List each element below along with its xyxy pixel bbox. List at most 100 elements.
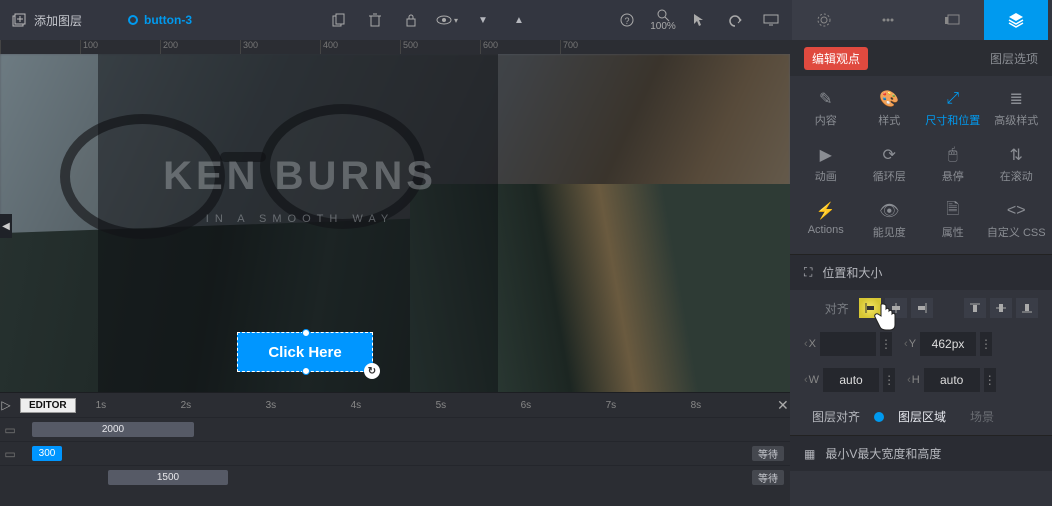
w-menu[interactable]: ⋮ xyxy=(883,368,895,392)
tool-animation[interactable]: ▶动画 xyxy=(794,140,858,190)
tool-hover[interactable]: 🖱悬停 xyxy=(921,140,985,190)
move-up-button[interactable]: ▲ xyxy=(504,5,534,35)
add-layer-label: 添加图层 xyxy=(34,12,82,29)
visibility-button[interactable]: ▾ xyxy=(432,5,462,35)
radio-on-icon[interactable] xyxy=(874,412,884,422)
svg-text:?: ? xyxy=(624,16,629,26)
tool-attributes[interactable]: 🗎属性 xyxy=(921,196,985,246)
tool-size-position[interactable]: ⤢尺寸和位置 xyxy=(921,84,985,134)
timeline-track[interactable]: 1500 等待 xyxy=(0,465,790,489)
rotate-handle-icon[interactable]: ↻ xyxy=(364,363,380,379)
wait-tag[interactable]: 等待 xyxy=(752,470,784,485)
align-label: 对齐 xyxy=(804,300,849,317)
h-menu[interactable]: ⋮ xyxy=(984,368,996,392)
add-layer-button[interactable]: 添加图层 xyxy=(12,12,82,29)
layer-options-link[interactable]: 图层选项 xyxy=(990,50,1038,67)
headline-layer[interactable]: KEN BURNS IN A SMOOTH WAY xyxy=(120,154,480,225)
timeline-play-button[interactable]: ▷ xyxy=(0,398,12,412)
scroll-icon: ⇅ xyxy=(1010,146,1023,164)
tab-navigation[interactable] xyxy=(856,0,920,41)
lock-button[interactable] xyxy=(396,5,426,35)
x-input[interactable] xyxy=(820,332,876,356)
triangle-down-icon: ▼ xyxy=(478,15,488,26)
button-label: Click Here xyxy=(268,344,341,361)
headline-text: KEN BURNS xyxy=(120,154,480,199)
layer-align-opt-area[interactable]: 图层区域 xyxy=(898,408,946,425)
selected-layer-name: button-3 xyxy=(144,13,192,27)
y-input[interactable]: 462px xyxy=(920,332,976,356)
preview-button[interactable] xyxy=(756,5,786,35)
target-icon xyxy=(128,15,138,25)
doc-icon: 🗎 xyxy=(946,202,959,220)
selected-button-layer[interactable]: Click Here ↻ xyxy=(237,332,373,372)
section-title: 位置和大小 xyxy=(822,264,882,281)
timeline-bar[interactable]: 2000 xyxy=(32,422,194,437)
x-menu[interactable]: ⋮ xyxy=(880,332,892,356)
tool-loop[interactable]: ⟳循环层 xyxy=(858,140,922,190)
align-center-button[interactable] xyxy=(885,298,907,318)
layer-icon: ▭ xyxy=(0,447,20,461)
tab-layers[interactable] xyxy=(984,0,1048,41)
tool-adv-style[interactable]: ≣高级样式 xyxy=(985,84,1049,134)
monitor-icon xyxy=(763,14,779,26)
wait-tag[interactable]: 等待 xyxy=(752,446,784,461)
timeline-bar[interactable]: 300 xyxy=(32,446,62,461)
align-top-button[interactable] xyxy=(964,298,986,318)
align-horizontal-group xyxy=(859,298,933,318)
grid-icon: ▦ xyxy=(804,447,815,461)
expand-icon: ⛶ xyxy=(804,265,812,280)
chevron-down-icon: ▾ xyxy=(454,16,458,25)
align-right-button[interactable] xyxy=(911,298,933,318)
tool-custom-css[interactable]: <>自定义 CSS xyxy=(985,196,1049,246)
x-field[interactable]: X⋮ xyxy=(804,332,892,356)
timeline-close-button[interactable]: ✕ xyxy=(776,397,790,414)
timeline-track[interactable]: ▭ 300 等待 xyxy=(0,441,790,465)
h-field[interactable]: Hauto⋮ xyxy=(907,368,996,392)
y-menu[interactable]: ⋮ xyxy=(980,332,992,356)
delete-button[interactable] xyxy=(360,5,390,35)
layers-icon xyxy=(1007,12,1025,28)
tool-style[interactable]: 🎨样式 xyxy=(858,84,922,134)
h-input[interactable]: auto xyxy=(924,368,980,392)
film-icon: ▭ xyxy=(0,423,20,437)
prev-slide-arrow[interactable]: ◀ xyxy=(0,214,12,238)
select-tool[interactable] xyxy=(684,5,714,35)
layer-align-opt-scene[interactable]: 场景 xyxy=(970,408,994,425)
tool-visibility[interactable]: 👁能见度 xyxy=(858,196,922,246)
cursor-icon xyxy=(693,13,705,27)
palette-icon: 🎨 xyxy=(879,90,899,108)
bolt-icon: ⚡ xyxy=(816,202,836,220)
section-min-max[interactable]: ▦ 最小V最大宽度和高度 xyxy=(790,435,1052,471)
tab-settings[interactable] xyxy=(792,0,856,41)
tool-onscroll[interactable]: ⇅在滚动 xyxy=(985,140,1049,190)
w-field[interactable]: Wauto⋮ xyxy=(804,368,895,392)
align-bottom-button[interactable] xyxy=(1016,298,1038,318)
zoom-icon xyxy=(656,8,670,22)
timeline-editor-badge[interactable]: EDITOR xyxy=(20,398,76,413)
align-vertical-group xyxy=(964,298,1038,318)
timeline-track[interactable]: ▭ 2000 xyxy=(0,417,790,441)
w-input[interactable]: auto xyxy=(823,368,879,392)
slide-icon xyxy=(944,13,960,27)
duplicate-button[interactable] xyxy=(324,5,354,35)
align-left-button[interactable] xyxy=(859,298,881,318)
selected-layer-chip[interactable]: button-3 xyxy=(128,13,192,27)
canvas[interactable]: ◀ KEN BURNS IN A SMOOTH WAY Click Here ↻ xyxy=(0,54,790,392)
zoom-button[interactable]: 100% xyxy=(648,5,678,35)
section-position-size[interactable]: ⛶ 位置和大小 xyxy=(790,254,1052,290)
mouse-icon: 🖱 xyxy=(948,146,958,164)
tool-actions[interactable]: ⚡Actions xyxy=(794,196,858,246)
eye-icon xyxy=(436,14,452,26)
tool-content[interactable]: ✎内容 xyxy=(794,84,858,134)
timeline-bar[interactable]: 1500 xyxy=(108,470,228,485)
eye-icon: 👁 xyxy=(879,202,899,220)
align-middle-button[interactable] xyxy=(990,298,1012,318)
tab-slide[interactable] xyxy=(920,0,984,41)
help-button[interactable]: ? xyxy=(612,5,642,35)
undo-button[interactable] xyxy=(720,5,750,35)
move-down-button[interactable]: ▼ xyxy=(468,5,498,35)
section-title: 最小V最大宽度和高度 xyxy=(825,445,941,462)
pencil-icon: ✎ xyxy=(819,90,832,108)
edit-viewpoint-badge[interactable]: 编辑观点 xyxy=(804,47,868,70)
y-field[interactable]: Y462px⋮ xyxy=(904,332,992,356)
